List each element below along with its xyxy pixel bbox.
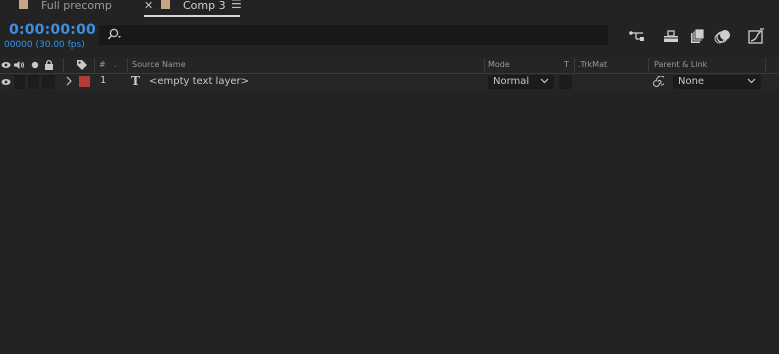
audio-speaker-icon[interactable] (13, 60, 25, 70)
visibility-eye-icon[interactable] (1, 78, 11, 86)
label-tag-icon[interactable] (76, 59, 88, 71)
lock-switch[interactable] (42, 75, 55, 89)
video-visibility-icon[interactable] (1, 61, 11, 69)
layer-search-input[interactable] (99, 25, 608, 45)
solo-icon[interactable] (31, 61, 39, 69)
solo-switch[interactable] (28, 75, 39, 89)
column-separator (94, 58, 95, 72)
column-separator (765, 58, 766, 72)
preserve-transparency-switch[interactable] (559, 75, 572, 89)
lock-icon[interactable] (44, 59, 54, 70)
comp-swatch-icon (161, 0, 170, 9)
column-separator (648, 58, 649, 72)
column-separator (574, 58, 575, 72)
pickwhip-icon[interactable] (652, 76, 664, 88)
column-source-name[interactable]: Source Name (132, 60, 186, 69)
audio-switch[interactable] (14, 75, 25, 89)
blend-mode-dropdown[interactable]: Normal (488, 75, 554, 89)
column-dot: . (114, 60, 117, 69)
column-number: # (99, 60, 106, 69)
column-parent-link: Parent & Link (654, 60, 708, 69)
chevron-right-icon[interactable] (66, 76, 72, 86)
composition-flowchart-icon[interactable] (628, 28, 646, 44)
tab-label: Comp 3 (183, 0, 226, 12)
tab-comp-3[interactable]: ✕ Comp 3 ☰ (144, 0, 242, 17)
frame-rate-display: 00000 (30.00 fps) (4, 40, 85, 50)
parent-value: None (678, 76, 705, 87)
frame-blending-icon[interactable] (688, 28, 706, 44)
parent-dropdown[interactable]: None (673, 75, 761, 89)
draft-3d-icon[interactable] (662, 28, 680, 44)
blend-mode-value: Normal (493, 76, 530, 87)
layer-row[interactable]: 1 T <empty text layer> Normal None (0, 74, 779, 90)
panel-menu-icon[interactable]: ☰ (231, 0, 242, 10)
column-separator (63, 58, 64, 72)
motion-blur-icon[interactable] (714, 28, 732, 44)
layer-column-header: # . Source Name Mode T .TrkMat Parent & … (0, 57, 779, 74)
comp-swatch-icon (19, 0, 28, 9)
text-layer-icon: T (131, 74, 140, 88)
layer-number: 1 (100, 75, 107, 86)
layer-name[interactable]: <empty text layer> (149, 76, 249, 87)
current-time-display[interactable]: 0:00:00:00 (9, 22, 96, 38)
chevron-down-icon (747, 78, 756, 84)
trkmat-cell (576, 75, 646, 89)
layer-label-color[interactable] (79, 76, 90, 87)
column-t: T (564, 60, 569, 69)
chevron-down-icon (540, 78, 549, 84)
comp-tab-bar: Full precomp ✕ Comp 3 ☰ (0, 0, 779, 17)
tab-full-precomp[interactable]: Full precomp (19, 0, 139, 15)
column-trkmat: .TrkMat (578, 60, 608, 69)
column-separator (127, 58, 128, 72)
close-icon[interactable]: ✕ (144, 0, 153, 11)
column-mode: Mode (488, 60, 510, 69)
column-separator (484, 58, 485, 72)
search-icon (107, 28, 121, 40)
tab-label: Full precomp (41, 0, 112, 12)
graph-editor-icon[interactable] (747, 28, 765, 44)
